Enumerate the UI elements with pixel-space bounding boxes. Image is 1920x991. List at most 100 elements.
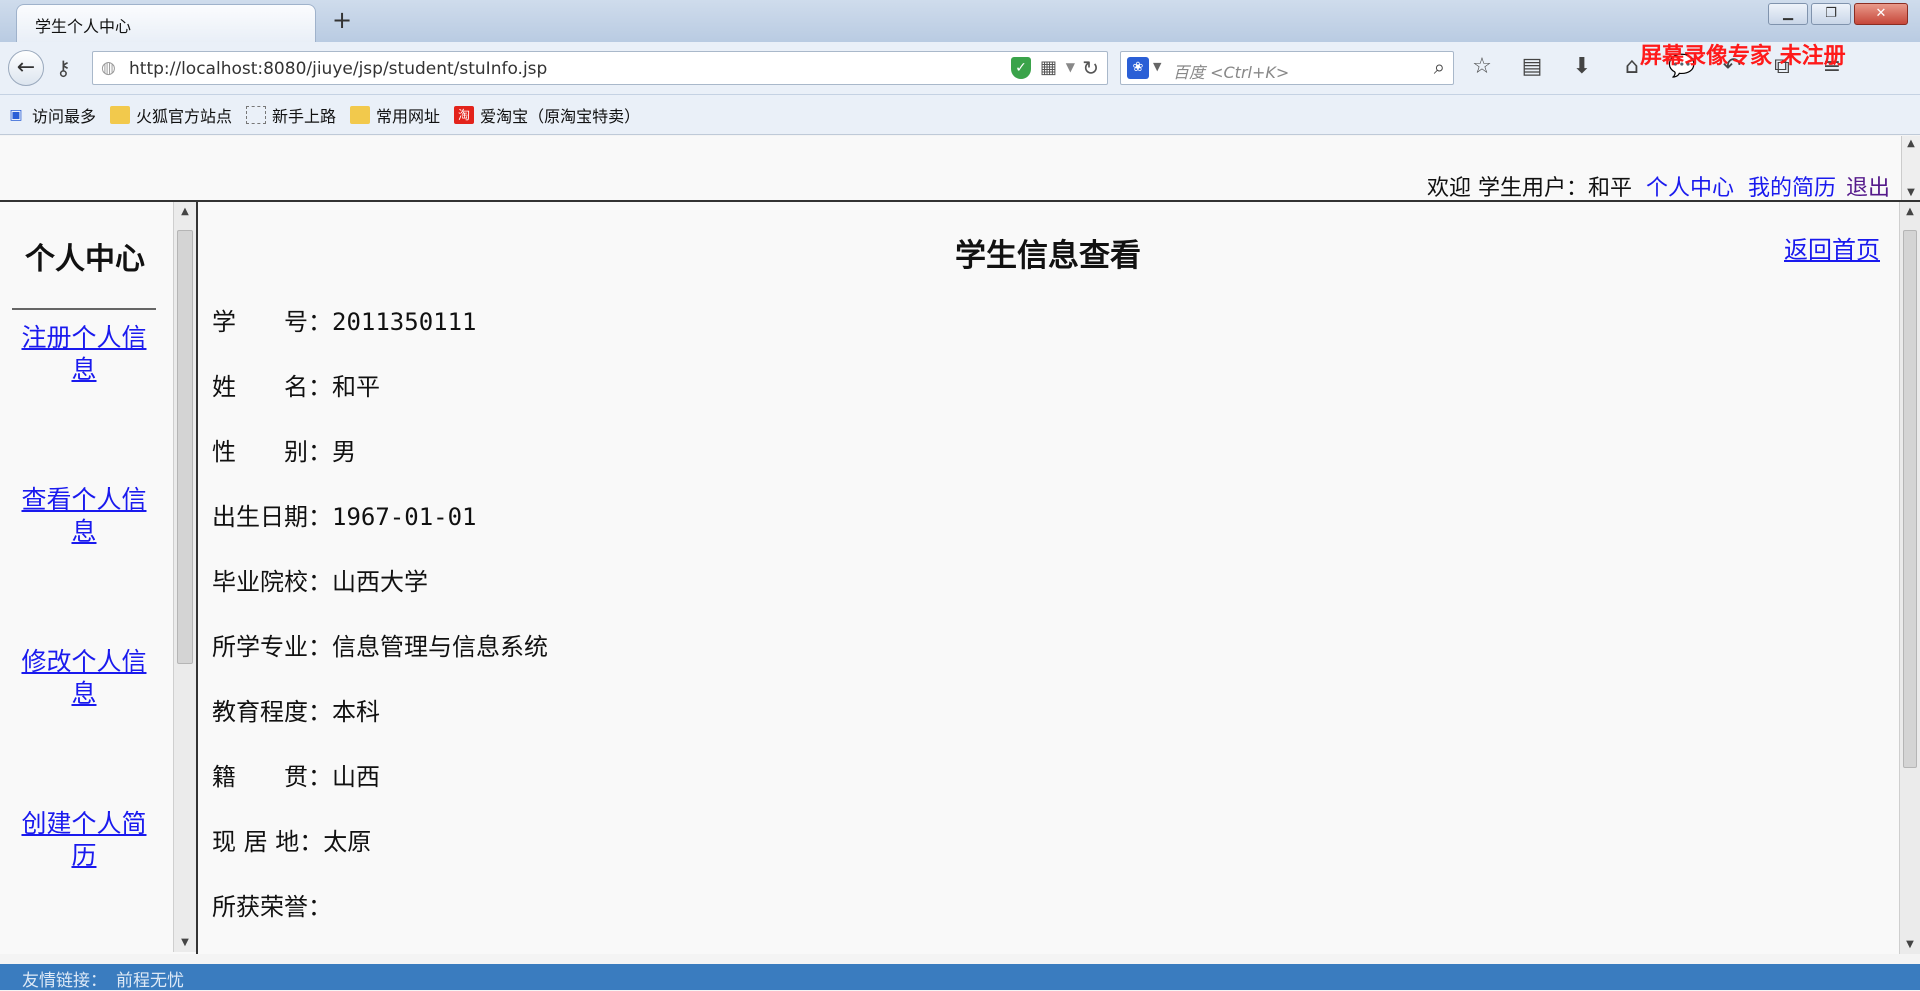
key-icon[interactable]: ⚷ [56,56,71,80]
scrollbar-thumb[interactable] [1903,230,1917,768]
main-scrollbar[interactable]: ▲ ▼ [1899,202,1920,954]
field-value: 山西 [332,763,380,791]
field-label: 现 居 地： [212,828,324,856]
scroll-down-icon[interactable]: ▼ [1900,939,1920,950]
bookmark-label: 新手上路 [272,106,337,126]
url-bar[interactable]: ◍ http://localhost:8080/jiuye/jsp/studen… [92,51,1108,85]
field-value: 信息管理与信息系统 [332,633,548,661]
folder-icon [110,105,131,124]
field-label: 所获荣誉： [212,893,332,921]
tab-bar: 学生个人中心 + ▁ ❐ ✕ [0,0,1920,42]
bookmark-label: 访问最多 [32,106,97,126]
field-value: 山西大学 [332,568,428,596]
field-major: 所学专业：信息管理与信息系统 [212,627,548,662]
download-icon[interactable]: ⬇ [1568,54,1596,79]
main-content: 学生信息查看 返回首页 学 号：2011350111 姓 名：和平 性 别：男 … [198,202,1920,954]
scroll-down-icon[interactable]: ▼ [1902,187,1920,198]
url-dropdown-icon[interactable]: ▼ [1066,60,1075,74]
bookmark-label: 常用网址 [376,106,441,126]
bookmark-most-visited[interactable]: ▣ 访问最多 [6,103,96,127]
bookmark-common-sites[interactable]: 常用网址 [350,103,440,127]
field-value: 太原 [323,828,372,856]
bookmark-getting-started[interactable]: 新手上路 [246,103,336,127]
field-name: 姓 名：和平 [212,367,380,402]
top-frame: 欢迎 学生用户：和平 个人中心 我的简历 退出 ▲ ▼ [0,136,1920,202]
field-label: 教育程度： [212,698,332,726]
field-label: 姓 名： [212,373,332,401]
back-button[interactable]: ← [8,50,44,86]
field-value: 2011350111 [332,308,477,336]
personal-center-link[interactable]: 个人中心 [1646,176,1734,201]
recorder-watermark: 屏幕录像专家 未注册 [1640,44,1846,69]
field-label: 学 号： [212,308,332,336]
bookmark-label: 爱淘宝（原淘宝特卖） [480,106,641,126]
sidebar: 个人中心 注册个人信息 查看个人信息 修改个人信息 创建个人简历 ▲ ▼ [0,202,198,954]
field-label: 出生日期： [212,503,332,531]
shield-icon[interactable]: ✓ [1011,57,1031,79]
scrollbar-thumb[interactable] [177,230,193,664]
field-value: 和平 [332,373,380,401]
minimize-button[interactable]: ▁ [1768,3,1808,25]
back-home-link[interactable]: 返回首页 [1784,230,1880,265]
welcome-bar: 欢迎 学生用户：和平 个人中心 我的简历 退出 [1427,170,1890,202]
field-residence: 现 居 地：太原 [212,822,371,857]
bookmarks-bar: ▣ 访问最多 火狐官方站点 新手上路 常用网址 淘 爱淘宝（原淘宝特卖） [0,95,1920,135]
reader-icon[interactable]: ▤ [1518,54,1546,79]
field-student-id: 学 号：2011350111 [212,302,477,337]
bookmark-taobao[interactable]: 淘 爱淘宝（原淘宝特卖） [454,103,640,127]
sidebar-divider [12,308,156,310]
globe-icon: ◍ [101,58,116,78]
search-icon[interactable]: ⌕ [1434,55,1445,79]
sidebar-item-create-resume[interactable]: 创建个人简历 [14,808,154,872]
bookmark-label: 火狐官方站点 [136,106,233,126]
field-honors: 所获荣誉： [212,887,332,922]
new-tab-button[interactable]: + [332,6,352,34]
sidebar-item-register-info[interactable]: 注册个人信息 [14,322,154,386]
window-controls: ▁ ❐ ✕ [1768,3,1908,25]
top-frame-scrollbar[interactable]: ▲ ▼ [1901,136,1920,200]
sidebar-scrollbar[interactable]: ▲ ▼ [173,202,196,952]
browser-tab[interactable]: 学生个人中心 [16,4,316,42]
field-value: 1967-01-01 [332,503,477,531]
footer-link[interactable]: 前程无忧 [116,966,184,991]
field-school: 毕业院校：山西大学 [212,562,428,597]
maximize-button[interactable]: ❐ [1811,3,1851,25]
field-value: 本科 [332,698,380,726]
my-resume-link[interactable]: 我的简历 [1748,176,1836,201]
welcome-text: 欢迎 学生用户：和平 [1426,176,1632,201]
qr-code-icon[interactable]: ▦ [1040,57,1057,78]
scroll-up-icon[interactable]: ▲ [174,206,196,217]
folder-icon [350,105,371,124]
star-icon[interactable]: ☆ [1468,54,1496,79]
field-gender: 性 别：男 [212,432,356,467]
nav-toolbar: ← ⚷ ◍ http://localhost:8080/jiuye/jsp/st… [0,42,1920,95]
footer: 友情链接： 前程无忧 [0,964,1920,991]
close-button[interactable]: ✕ [1854,3,1908,25]
field-label: 毕业院校： [212,568,332,596]
scroll-down-icon[interactable]: ▼ [174,937,196,948]
field-label: 籍 贯： [212,763,332,791]
scroll-up-icon[interactable]: ▲ [1900,206,1920,217]
bookmark-firefox-site[interactable]: 火狐官方站点 [110,103,232,127]
most-visited-icon: ▣ [9,106,23,123]
baidu-icon[interactable]: ❀ [1127,57,1149,79]
sidebar-item-view-info[interactable]: 查看个人信息 [14,484,154,548]
search-engine-dropdown-icon[interactable]: ▼ [1153,60,1161,73]
footer-label: 友情链接： [22,971,107,991]
scroll-up-icon[interactable]: ▲ [1902,138,1920,149]
taobao-icon: 淘 [454,105,475,124]
field-hometown: 籍 贯：山西 [212,757,380,792]
reload-icon[interactable]: ↻ [1082,56,1099,80]
search-placeholder[interactable]: 百度 <Ctrl+K> [1173,59,1289,83]
field-label: 性 别： [212,438,332,466]
sidebar-item-edit-info[interactable]: 修改个人信息 [14,646,154,710]
field-value: 男 [332,438,356,466]
logout-link[interactable]: 退出 [1846,176,1890,201]
field-label: 所学专业： [212,633,332,661]
tab-title: 学生个人中心 [35,17,132,36]
field-birth-date: 出生日期：1967-01-01 [212,497,477,532]
field-education: 教育程度：本科 [212,692,380,727]
url-text[interactable]: http://localhost:8080/jiuye/jsp/student/… [129,59,547,79]
page-icon [246,105,267,124]
search-bar[interactable]: ❀ ▼ 百度 <Ctrl+K> ⌕ [1120,51,1454,85]
